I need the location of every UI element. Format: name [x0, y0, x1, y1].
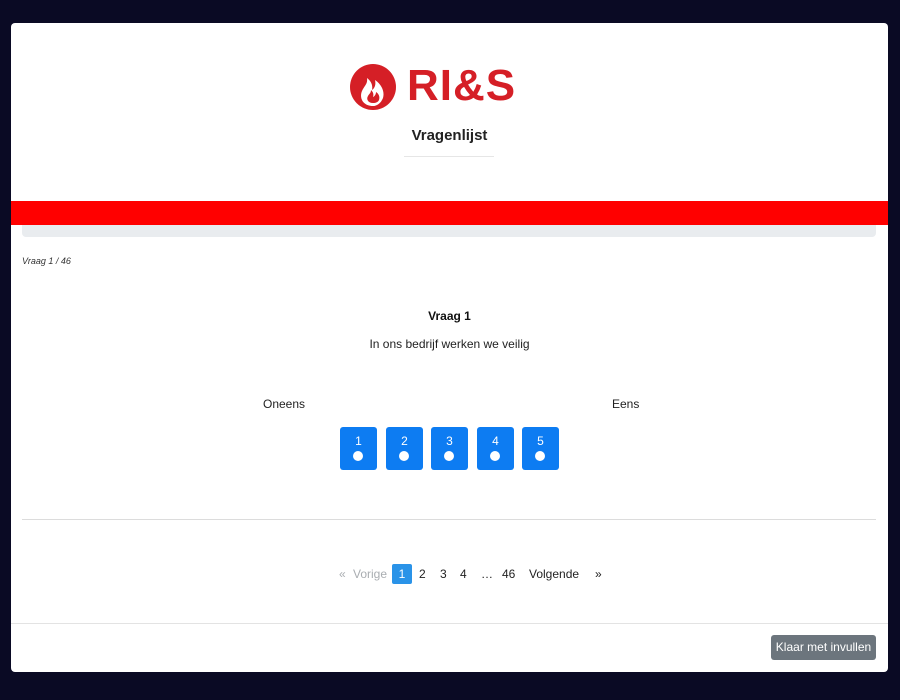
footer-divider	[11, 623, 888, 624]
answer-option-label: 4	[492, 434, 499, 448]
page-link-1[interactable]: 1	[392, 564, 412, 584]
answer-option-3[interactable]: 3	[431, 427, 468, 470]
answer-option-label: 1	[355, 434, 362, 448]
radio-icon[interactable]	[490, 451, 500, 461]
pagination-ellipsis: …	[481, 567, 493, 581]
finish-button[interactable]: Klaar met invullen	[771, 635, 876, 660]
logo-wordmark: RI&S	[407, 61, 517, 110]
radio-icon[interactable]	[535, 451, 545, 461]
header: RI&S Vragenlijst	[11, 23, 888, 201]
scale-label-disagree: Oneens	[263, 397, 306, 411]
answer-option-2[interactable]: 2	[386, 427, 423, 470]
page-link-46[interactable]: 46	[502, 564, 515, 584]
question-heading: Vraag 1	[428, 309, 471, 323]
page-link-3[interactable]: 3	[440, 564, 447, 584]
answer-option-label: 2	[401, 434, 408, 448]
prev-arrow: «	[339, 567, 346, 581]
progress-bar	[22, 225, 876, 237]
prev-page-link: Vorige	[353, 567, 388, 581]
scale-label-agree: Eens	[612, 397, 640, 411]
radio-icon[interactable]	[353, 451, 363, 461]
answer-option-label: 3	[446, 434, 453, 448]
question-text: In ons bedrijf werken we veilig	[369, 337, 530, 351]
answer-option-label: 5	[537, 434, 544, 448]
radio-icon[interactable]	[399, 451, 409, 461]
answer-option-5[interactable]: 5	[522, 427, 559, 470]
next-arrow[interactable]: »	[595, 564, 602, 584]
answer-option-4[interactable]: 4	[477, 427, 514, 470]
question-counter: Vraag 1 / 46	[22, 256, 71, 266]
page-title: Vragenlijst	[411, 127, 488, 144]
section-divider	[22, 519, 876, 520]
flame-logo-icon	[350, 64, 396, 110]
next-page-link[interactable]: Volgende	[529, 564, 579, 584]
questionnaire-card: RI&S Vragenlijst Vraag 1 / 46 Vraag 1 In…	[11, 23, 888, 672]
radio-icon[interactable]	[444, 451, 454, 461]
page-link-2[interactable]: 2	[419, 564, 426, 584]
page-link-4[interactable]: 4	[460, 564, 467, 584]
brand-band	[11, 201, 888, 225]
title-divider	[404, 156, 494, 157]
ris-logo: RI&S	[350, 61, 550, 111]
answer-option-1[interactable]: 1	[340, 427, 377, 470]
